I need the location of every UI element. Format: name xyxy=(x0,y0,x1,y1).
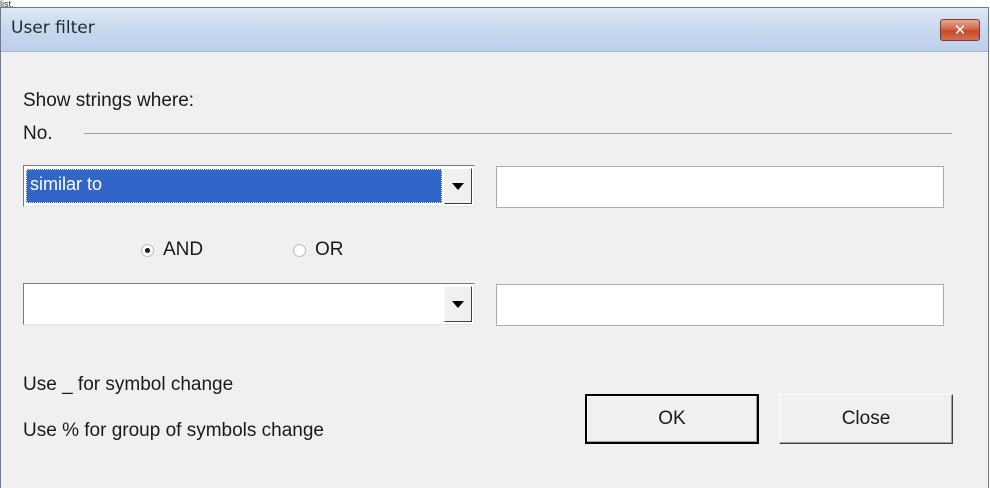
or-radio-option[interactable]: OR xyxy=(293,239,344,261)
value-input-2[interactable] xyxy=(496,284,944,326)
operator-select-1[interactable]: similar to xyxy=(23,165,475,207)
and-radio-label: AND xyxy=(163,239,204,260)
or-radio-label: OR xyxy=(315,239,344,260)
hint-percent: Use % for group of symbols change xyxy=(23,420,324,441)
radio-unselected-icon[interactable] xyxy=(293,243,306,257)
close-window-button[interactable]: ✕ xyxy=(940,19,980,41)
value-input-1[interactable] xyxy=(496,166,944,208)
close-icon: ✕ xyxy=(953,21,967,39)
operator-select-2[interactable] xyxy=(23,283,475,325)
field-label: No. xyxy=(23,123,53,144)
title-bar[interactable]: User filter ✕ xyxy=(1,8,988,52)
ok-button[interactable]: OK xyxy=(585,394,759,444)
operator-select-1-selection: similar to xyxy=(26,169,442,203)
chevron-down-icon xyxy=(452,182,464,190)
hint-underscore: Use _ for symbol change xyxy=(23,374,234,395)
radio-selected-icon[interactable] xyxy=(141,243,154,257)
window-title: User filter xyxy=(11,18,95,38)
operator-select-1-dropdown-button[interactable] xyxy=(444,168,472,204)
chevron-down-icon xyxy=(452,300,464,308)
radio-dot xyxy=(145,247,150,253)
operator-select-1-value: similar to xyxy=(30,174,103,194)
operator-select-2-selection xyxy=(26,287,442,321)
user-filter-dialog: User filter ✕ Show strings where: No. si… xyxy=(0,7,989,488)
operator-select-2-dropdown-button[interactable] xyxy=(444,286,472,322)
header-label: Show strings where: xyxy=(23,90,195,111)
field-separator xyxy=(84,133,952,134)
and-radio-option[interactable]: AND xyxy=(141,239,203,261)
close-button[interactable]: Close xyxy=(779,394,953,444)
